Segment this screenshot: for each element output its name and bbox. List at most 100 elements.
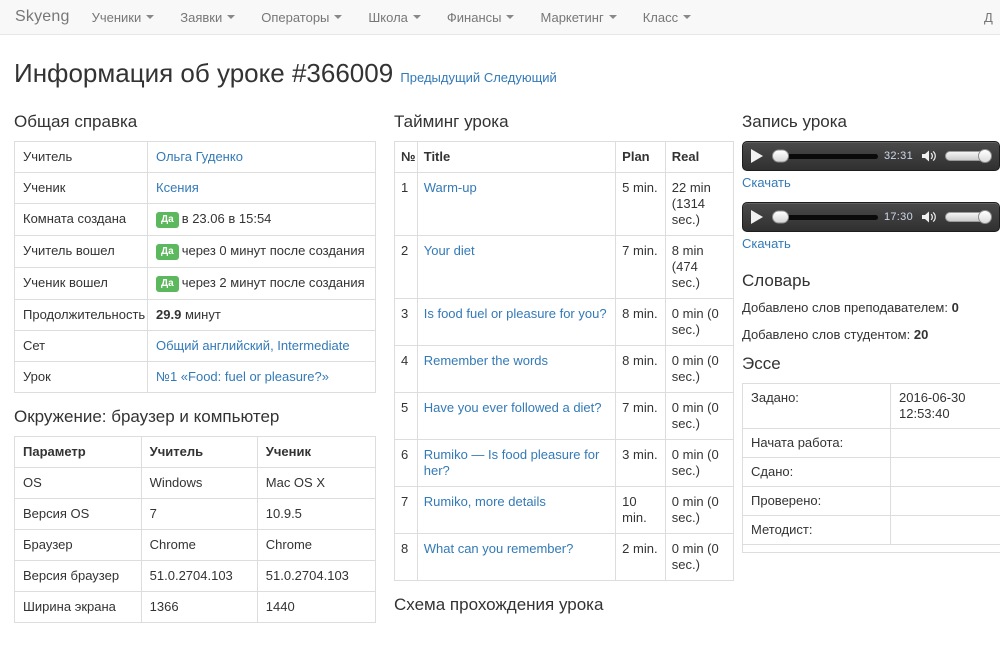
cell-real: 0 min (0 sec.) xyxy=(664,439,735,487)
nav-item-finansy[interactable]: Финансы xyxy=(447,10,515,25)
chevron-down-icon xyxy=(608,15,617,19)
table-row: Учитель вошел Да через 0 минут после созд… xyxy=(14,235,376,268)
page-title-text: Информация об уроке #366009 xyxy=(14,58,394,88)
cell-plan: 3 min. xyxy=(615,439,666,487)
cell-plan: 10 min. xyxy=(615,486,666,534)
timing-title-link[interactable]: What can you remember? xyxy=(424,541,574,556)
status-badge: Да xyxy=(156,276,179,292)
cell-title: Is food fuel or pleasure for you? xyxy=(416,298,617,346)
cell-title: Rumiko — Is food pleasure for her? xyxy=(416,439,617,487)
table-row: 7 Rumiko, more details 10 min. 0 min (0 … xyxy=(394,486,735,534)
progress-knob[interactable] xyxy=(772,149,789,163)
table-row: Версия браузер 51.0.2704.103 51.0.2704.1… xyxy=(14,560,377,592)
download-link-1[interactable]: Скачать xyxy=(742,175,791,190)
audio-player-1[interactable]: 32:31 xyxy=(742,141,1000,171)
cell-num: 1 xyxy=(394,172,418,236)
audio-duration-label: 17:30 xyxy=(883,211,913,223)
playback-progress-slider[interactable] xyxy=(772,149,878,163)
progress-knob[interactable] xyxy=(772,210,789,224)
nav-item-zayavki[interactable]: Заявки xyxy=(180,9,236,25)
timing-title-link[interactable]: Remember the words xyxy=(424,353,548,368)
speaker-icon[interactable] xyxy=(921,149,938,163)
cell-num: 7 xyxy=(394,486,418,534)
col-header-param: Параметр xyxy=(14,436,142,468)
row-label: Сдано: xyxy=(742,457,891,487)
row-value xyxy=(890,457,1000,487)
teacher-link[interactable]: Ольга Гуденко xyxy=(156,149,243,164)
row-label: Учитель xyxy=(14,141,148,173)
cell-title: Warm-up xyxy=(416,172,617,236)
cell-student: 10.9.5 xyxy=(256,498,377,530)
table-row: Сдано: xyxy=(742,457,1000,487)
cell-num: 2 xyxy=(394,235,418,299)
speaker-icon[interactable] xyxy=(921,210,938,224)
playback-progress-slider[interactable] xyxy=(772,210,878,224)
general-heading: Общая справка xyxy=(14,112,138,131)
row-value xyxy=(890,486,1000,516)
nav-item-label: Школа xyxy=(368,9,408,25)
nav-item-shkola[interactable]: Школа xyxy=(368,10,421,25)
row-value: Да через 2 минут после создания xyxy=(147,267,376,300)
nav-item-ucheniki[interactable]: Ученики xyxy=(92,10,155,25)
timing-title-link[interactable]: Rumiko — Is food pleasure for her? xyxy=(424,447,600,478)
nav-user-menu[interactable]: Д xyxy=(984,0,1000,35)
dictionary-student-label: Добавлено слов студентом: xyxy=(742,327,911,342)
cell-real: 22 min (1314 sec.) xyxy=(664,172,735,236)
timing-title-link[interactable]: Is food fuel or pleasure for you? xyxy=(424,306,607,321)
lesson-link[interactable]: №1 «Food: fuel or pleasure?» xyxy=(156,369,329,384)
volume-slider[interactable] xyxy=(945,149,992,163)
timing-title-link[interactable]: Have you ever followed a diet? xyxy=(424,400,602,415)
nav-item-klass[interactable]: Класс xyxy=(643,10,692,25)
cell-title: Rumiko, more details xyxy=(416,486,617,534)
dictionary-student-line: Добавлено слов студентом: 20 xyxy=(742,327,1000,343)
set-link[interactable]: Общий английский, Intermediate xyxy=(156,338,350,353)
table-row: 1 Warm-up 5 min. 22 min (1314 sec.) xyxy=(394,172,735,236)
nav-item-operatory[interactable]: Операторы xyxy=(261,10,343,25)
student-link[interactable]: Ксения xyxy=(156,180,199,195)
timing-title-link[interactable]: Rumiko, more details xyxy=(424,494,546,509)
chevron-down-icon xyxy=(412,15,421,19)
play-icon[interactable] xyxy=(751,210,763,224)
chevron-down-icon xyxy=(334,15,343,19)
table-row: 3 Is food fuel or pleasure for you? 8 mi… xyxy=(394,298,735,346)
row-label: Версия OS xyxy=(14,498,142,530)
row-label: Ученик xyxy=(14,172,148,204)
row-label: Начата работа: xyxy=(742,428,891,458)
row-label: Задано: xyxy=(742,383,891,429)
status-badge: Да xyxy=(156,244,179,260)
prev-lesson-link[interactable]: Предыдущий xyxy=(400,70,480,85)
table-row: Версия OS 7 10.9.5 xyxy=(14,498,377,530)
table-row: OS Windows Mac OS X xyxy=(14,467,377,499)
volume-knob[interactable] xyxy=(978,210,992,224)
row-label: Браузер xyxy=(14,529,142,561)
brand-logo[interactable]: Skyeng xyxy=(15,8,70,26)
table-row: Задано: 2016-06-30 12:53:40 xyxy=(742,383,1000,429)
play-icon[interactable] xyxy=(751,149,763,163)
cell-plan: 8 min. xyxy=(615,345,666,393)
next-lesson-link[interactable]: Следующий xyxy=(484,70,557,85)
column-right: Запись урока 32:31 Скачать 17:30 Скачать… xyxy=(734,98,1000,553)
table-row-spacer xyxy=(742,544,1000,553)
timing-title-link[interactable]: Warm-up xyxy=(424,180,477,195)
cell-teacher: Chrome xyxy=(140,529,258,561)
volume-slider[interactable] xyxy=(945,210,992,224)
nav-item-marketing[interactable]: Маркетинг xyxy=(540,10,617,25)
col-header-title: Title xyxy=(416,141,617,173)
audio-player-2[interactable]: 17:30 xyxy=(742,202,1000,232)
table-row: 5 Have you ever followed a diet? 7 min. … xyxy=(394,392,735,440)
volume-knob[interactable] xyxy=(978,149,992,163)
cell-num: 5 xyxy=(394,392,418,440)
nav-item-label: Заявки xyxy=(180,9,223,25)
col-header-num: № xyxy=(394,141,418,173)
table-row: Учитель Ольга Гуденко xyxy=(14,141,376,173)
row-value: 29.9 минут xyxy=(147,299,376,331)
cell-plan: 7 min. xyxy=(615,392,666,440)
timing-title-link[interactable]: Your diet xyxy=(424,243,475,258)
table-header-row: Параметр Учитель Ученик xyxy=(14,436,377,468)
download-link-2[interactable]: Скачать xyxy=(742,236,791,251)
cell-title: Have you ever followed a diet? xyxy=(416,392,617,440)
dictionary-teacher-line: Добавлено слов преподавателем: 0 xyxy=(742,300,1000,316)
row-label: Комната создана xyxy=(14,203,148,236)
page-content: Информация об уроке #366009 Предыдущий С… xyxy=(0,57,1000,624)
cell-student: Mac OS X xyxy=(256,467,377,499)
